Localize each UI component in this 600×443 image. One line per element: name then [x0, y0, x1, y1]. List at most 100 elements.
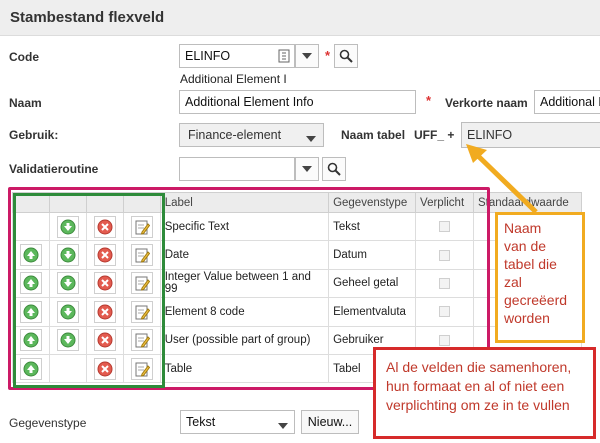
move-down-button[interactable] [56, 272, 79, 295]
move-down-icon [60, 304, 76, 320]
delete-cell [85, 353, 124, 384]
naam-tabel-label: Naam tabel [341, 128, 406, 142]
callout-fields-text: Al de velden die samenhoren, hun formaat… [386, 359, 572, 413]
move-up-button[interactable] [19, 300, 42, 323]
edit-cell [122, 325, 161, 355]
edit-icon [135, 220, 150, 235]
move-up-button[interactable] [19, 329, 42, 352]
edit-cell [122, 297, 161, 327]
move-up-button[interactable] [19, 244, 42, 267]
chevron-down-icon [302, 53, 312, 59]
search-icon [327, 162, 341, 176]
delete-button[interactable] [93, 244, 116, 267]
move-up-button[interactable] [19, 272, 42, 295]
edit-button[interactable] [130, 215, 153, 238]
header-bar: Stambestand flexveld [0, 0, 600, 36]
delete-cell [85, 268, 124, 299]
edit-cell [122, 353, 161, 384]
grid-header-label[interactable]: Label [159, 192, 330, 213]
gegevenstype-label: Gegevenstype [9, 416, 87, 430]
delete-button[interactable] [93, 300, 116, 323]
edit-cell [122, 240, 161, 270]
callout-fields: Al de velden die samenhoren, hun formaat… [373, 347, 596, 439]
down-cell [48, 240, 87, 270]
delete-cell [85, 240, 124, 270]
naam-input[interactable]: Additional Element Info [179, 90, 416, 114]
new-button[interactable]: Nieuw... [301, 410, 359, 434]
naam-label: Naam [9, 96, 42, 110]
edit-icon [135, 305, 150, 320]
verplicht-cell [415, 297, 474, 327]
up-cell [12, 353, 50, 384]
callout-table-name: Naam van de tabel die zal gecreëerd word… [495, 212, 585, 343]
page-title: Stambestand flexveld [10, 9, 165, 26]
edit-icon [135, 362, 150, 377]
up-cell [12, 268, 50, 299]
move-down-button[interactable] [56, 329, 79, 352]
verkorte-naam-input[interactable]: Additional E [534, 90, 600, 114]
edit-button[interactable] [130, 300, 153, 323]
grid-header-delete [85, 192, 124, 213]
code-search-button[interactable] [334, 44, 358, 68]
naam-tabel-input: ELINFO [461, 122, 600, 148]
edit-icon [135, 276, 150, 292]
move-down-icon [60, 332, 76, 348]
required-marker: * [325, 48, 331, 63]
delete-cell [85, 325, 124, 355]
move-up-icon [23, 332, 39, 348]
grid-header-standaardwaarde[interactable]: Standaardwaarde [473, 192, 582, 213]
row-gegevenstype: Datum [328, 240, 417, 270]
grid-header-down [48, 192, 87, 213]
delete-button[interactable] [93, 272, 116, 295]
chevron-down-icon [306, 131, 316, 145]
verplicht-checkbox[interactable] [439, 221, 451, 233]
down-cell [48, 353, 87, 384]
delete-button[interactable] [93, 357, 116, 380]
verplicht-checkbox[interactable] [439, 334, 451, 346]
verplicht-checkbox[interactable] [439, 277, 451, 289]
edit-cell [122, 268, 161, 299]
edit-button[interactable] [130, 357, 153, 380]
validatieroutine-dropdown-button[interactable] [295, 157, 319, 181]
move-down-button[interactable] [56, 215, 79, 238]
row-label: Table [159, 353, 330, 384]
row-label: Specific Text [159, 211, 330, 242]
verplicht-cell [415, 268, 474, 299]
grid-header-verplicht[interactable]: Verplicht [415, 192, 474, 213]
up-cell [12, 240, 50, 270]
move-down-button[interactable] [56, 300, 79, 323]
edit-icon [135, 248, 150, 263]
delete-button[interactable] [93, 329, 116, 352]
row-label: User (possible part of group) [159, 325, 330, 355]
validatieroutine-search-button[interactable] [322, 157, 346, 181]
row-label: Integer Value between 1 and 99 [159, 268, 330, 299]
move-up-icon [23, 275, 39, 291]
verplicht-cell [415, 211, 474, 242]
edit-button[interactable] [130, 329, 153, 352]
delete-button[interactable] [93, 215, 116, 238]
code-dropdown-button[interactable] [295, 44, 319, 68]
grid-header-gegevenstype[interactable]: Gegevenstype [328, 192, 417, 213]
verplicht-checkbox[interactable] [439, 249, 451, 261]
up-cell [12, 297, 50, 327]
delete-icon [97, 304, 113, 320]
move-down-button[interactable] [56, 244, 79, 267]
row-gegevenstype: Geheel getal [328, 268, 417, 299]
down-cell [48, 297, 87, 327]
edit-button[interactable] [130, 272, 153, 295]
lookup-list-icon[interactable] [275, 45, 293, 67]
move-up-icon [23, 304, 39, 320]
row-gegevenstype: Tekst [328, 211, 417, 242]
chevron-down-icon [302, 166, 312, 172]
move-up-button[interactable] [19, 357, 42, 380]
gebruik-select[interactable]: Finance-element [179, 123, 324, 147]
row-label: Date [159, 240, 330, 270]
grid-header-edit [122, 192, 161, 213]
edit-button[interactable] [130, 244, 153, 267]
delete-icon [97, 361, 113, 377]
move-up-icon [23, 361, 39, 377]
validatieroutine-input[interactable] [179, 157, 295, 181]
row-label: Element 8 code [159, 297, 330, 327]
search-icon [339, 49, 353, 63]
verplicht-checkbox[interactable] [439, 306, 451, 318]
